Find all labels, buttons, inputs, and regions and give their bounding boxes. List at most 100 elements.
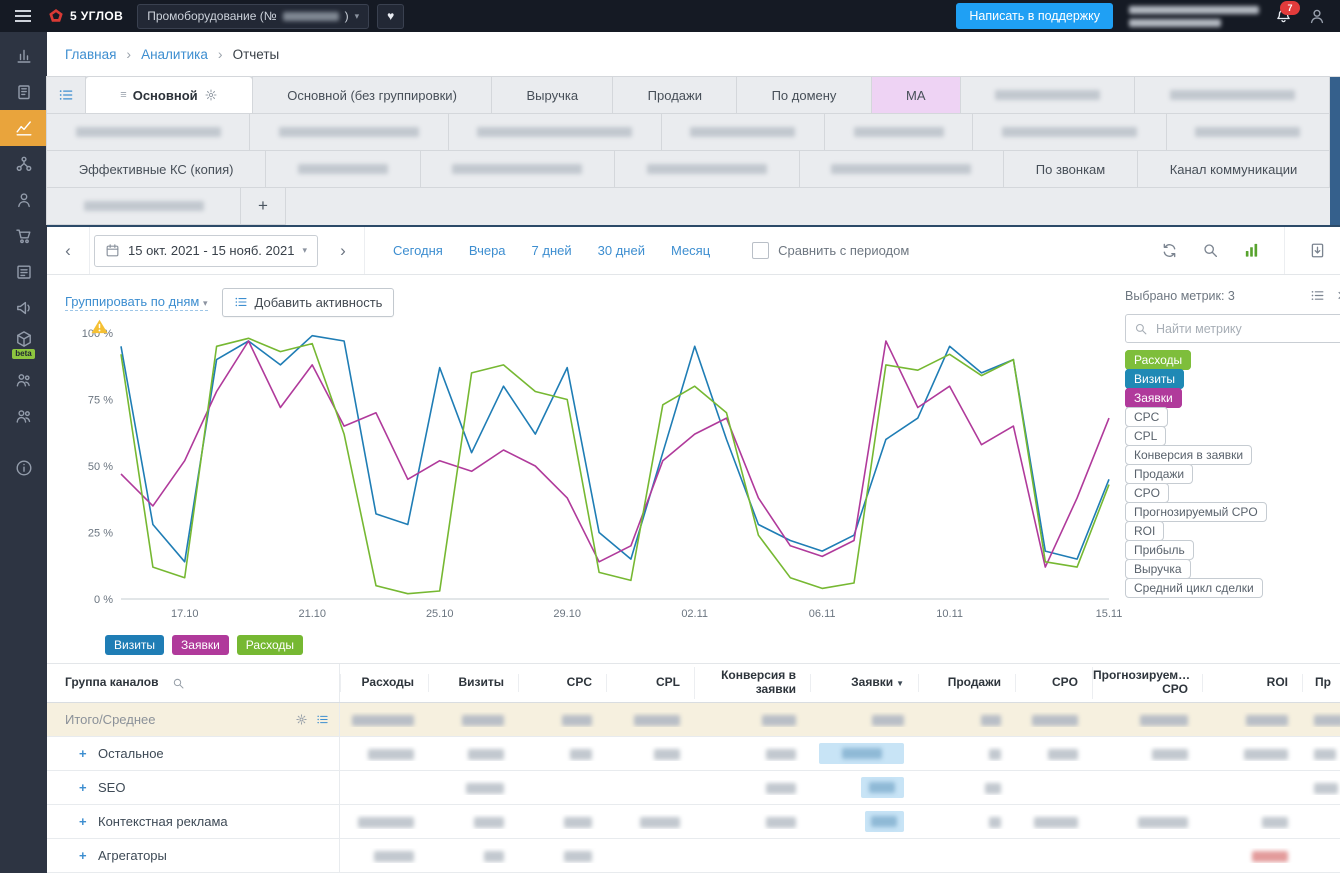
table-row[interactable]: +SEO: [47, 771, 1340, 805]
expand-icon[interactable]: +: [79, 814, 90, 829]
metric-chip[interactable]: Конверсия в заявки: [1125, 445, 1252, 465]
chart-canvas[interactable]: 100 %75 %50 %25 %0 %17.1021.1025.1029.10…: [65, 321, 1125, 633]
report-tab-redacted[interactable]: [661, 113, 825, 151]
compare-icon[interactable]: [1161, 242, 1178, 259]
report-tab-redacted[interactable]: [1134, 76, 1330, 114]
sidebar-item-info[interactable]: [0, 450, 47, 486]
column-header[interactable]: Заявки▼: [810, 674, 918, 692]
report-tab[interactable]: Основной (без группировки): [252, 76, 492, 114]
column-header[interactable]: Группа каналов: [47, 664, 340, 702]
report-tab[interactable]: Выручка: [491, 76, 613, 114]
sidebar-item-cube[interactable]: beta: [0, 326, 47, 362]
sidebar-item-clipboard[interactable]: [0, 74, 47, 110]
support-button[interactable]: Написать в поддержку: [956, 3, 1113, 29]
sidebar-item-sitemap[interactable]: [0, 146, 47, 182]
sidebar-item-tasks[interactable]: [0, 254, 47, 290]
project-select[interactable]: Промоборудование (№ ) ▾: [137, 4, 369, 29]
add-activity-button[interactable]: Добавить активность: [222, 288, 395, 317]
quick-range-link[interactable]: Вчера: [469, 243, 506, 258]
metric-chip[interactable]: Выручка: [1125, 559, 1191, 579]
sidebar-item-megaphone[interactable]: [0, 290, 47, 326]
sidebar-item-bar-chart[interactable]: [0, 38, 47, 74]
tabs-scrollbar[interactable]: [1330, 77, 1340, 225]
report-tab-redacted[interactable]: [46, 113, 250, 151]
report-tab-redacted[interactable]: [614, 150, 799, 188]
report-tab[interactable]: По звонкам: [1003, 150, 1138, 188]
gear-icon[interactable]: [204, 88, 218, 102]
report-tab-redacted[interactable]: [960, 76, 1136, 114]
breadcrumb-home[interactable]: Главная: [65, 47, 116, 62]
warning-icon[interactable]: [91, 319, 108, 334]
table-row[interactable]: +Агрегаторы: [47, 839, 1340, 873]
report-tab-redacted[interactable]: [799, 150, 1004, 188]
metric-chip[interactable]: CPL: [1125, 426, 1166, 446]
metric-chip[interactable]: Продажи: [1125, 464, 1193, 484]
metric-chip[interactable]: Заявки: [1125, 388, 1182, 408]
notifications-button[interactable]: 7: [1275, 8, 1292, 25]
metric-chip[interactable]: Визиты: [1125, 369, 1184, 389]
sidebar-item-cart[interactable]: [0, 218, 47, 254]
add-report-tab-button[interactable]: +: [240, 187, 286, 225]
metric-chip[interactable]: ROI: [1125, 521, 1164, 541]
metric-search-input[interactable]: [1154, 321, 1338, 337]
metric-chip[interactable]: CPC: [1125, 407, 1168, 427]
column-header[interactable]: CPO: [1015, 674, 1092, 692]
group-by-dropdown[interactable]: Группировать по дням ▾: [65, 294, 208, 311]
report-tab[interactable]: Продажи: [612, 76, 737, 114]
table-row[interactable]: Итого/Среднее: [47, 703, 1340, 737]
reports-list-button[interactable]: [46, 76, 86, 114]
report-tab[interactable]: ≡Основной: [85, 76, 253, 114]
report-tab-redacted[interactable]: [972, 113, 1166, 151]
report-tab-redacted[interactable]: [265, 150, 420, 188]
metric-chip[interactable]: Расходы: [1125, 350, 1191, 370]
column-header[interactable]: Конверсия в заявки: [694, 667, 810, 699]
metric-chip[interactable]: Средний цикл сделки: [1125, 578, 1263, 598]
row-label-cell[interactable]: Итого/Среднее: [47, 703, 340, 736]
quick-range-link[interactable]: 30 дней: [598, 243, 645, 258]
search-icon[interactable]: [1202, 242, 1219, 259]
sidebar-item-analytics[interactable]: [0, 110, 47, 146]
sidebar-item-audience[interactable]: [0, 362, 47, 398]
metric-chip[interactable]: CPO: [1125, 483, 1169, 503]
next-period-button[interactable]: ›: [322, 227, 364, 274]
breadcrumb-analytics[interactable]: Аналитика: [141, 47, 208, 62]
sidebar-item-user-badge[interactable]: [0, 182, 47, 218]
column-header[interactable]: CPC: [518, 674, 606, 692]
prev-period-button[interactable]: ‹: [47, 227, 90, 274]
column-header[interactable]: Прогнозируем… СРО: [1092, 667, 1202, 699]
column-header[interactable]: Визиты: [428, 674, 518, 692]
list-icon[interactable]: [316, 713, 329, 726]
quick-range-link[interactable]: Месяц: [671, 243, 710, 258]
table-row[interactable]: +Контекстная реклама: [47, 805, 1340, 839]
user-menu-button[interactable]: [1308, 7, 1326, 25]
row-label-cell[interactable]: +Остальное: [47, 737, 340, 770]
row-label-cell[interactable]: +Агрегаторы: [47, 839, 340, 872]
chart-view-icon[interactable]: [1243, 242, 1260, 259]
row-label-cell[interactable]: +Контекстная реклама: [47, 805, 340, 838]
report-tab[interactable]: МА: [871, 76, 961, 114]
compare-checkbox[interactable]: [752, 242, 769, 259]
date-range-picker[interactable]: 15 окт. 2021 - 15 нояб. 2021 ▾: [94, 235, 318, 267]
report-tab[interactable]: Канал коммуникации: [1137, 150, 1330, 188]
expand-icon[interactable]: +: [79, 746, 90, 761]
report-tab-redacted[interactable]: [824, 113, 973, 151]
metric-chip[interactable]: Прибыль: [1125, 540, 1194, 560]
legend-chip[interactable]: Расходы: [237, 635, 303, 655]
report-tab-redacted[interactable]: [448, 113, 662, 151]
metric-chip[interactable]: Прогнозируемый CPO: [1125, 502, 1267, 522]
list-icon[interactable]: [1310, 288, 1325, 303]
quick-range-link[interactable]: Сегодня: [393, 243, 443, 258]
line-chart[interactable]: 100 %75 %50 %25 %0 %17.1021.1025.1029.10…: [65, 321, 1125, 633]
legend-chip[interactable]: Заявки: [172, 635, 229, 655]
settings-icon[interactable]: [295, 713, 308, 726]
report-tab[interactable]: Эффективные КС (копия): [46, 150, 266, 188]
legend-chip[interactable]: Визиты: [105, 635, 164, 655]
column-header[interactable]: CPL: [606, 674, 694, 692]
report-tab-redacted[interactable]: [249, 113, 448, 151]
column-header[interactable]: ROI: [1202, 674, 1302, 692]
favorites-button[interactable]: ♥: [377, 4, 404, 29]
report-tab-redacted[interactable]: [420, 150, 615, 188]
column-header[interactable]: Продажи: [918, 674, 1015, 692]
expand-icon[interactable]: +: [79, 780, 90, 795]
column-header[interactable]: Расходы: [340, 674, 428, 692]
